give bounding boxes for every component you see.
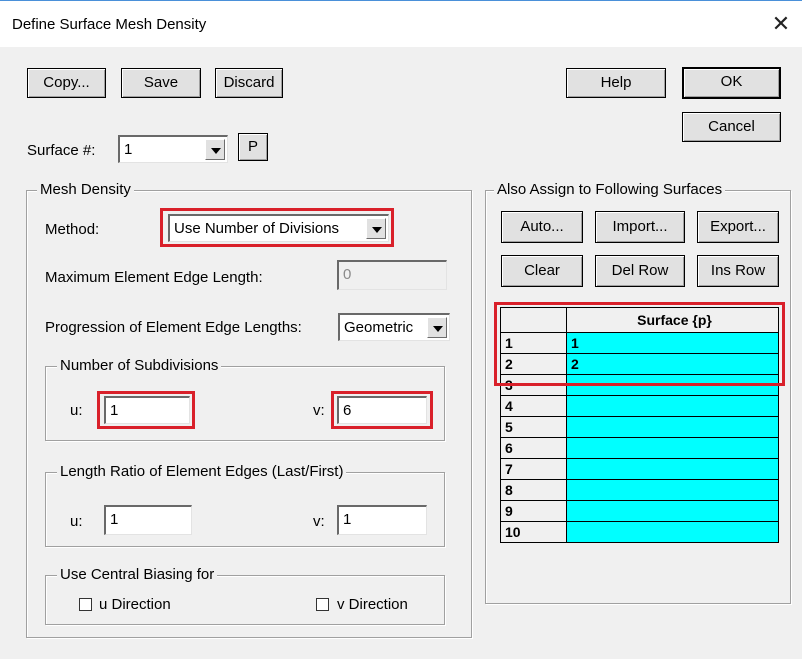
ins-row-button[interactable]: Ins Row	[697, 255, 779, 287]
table-row: 4	[500, 395, 779, 417]
chevron-down-icon[interactable]	[205, 139, 225, 160]
table-row: 8	[500, 479, 779, 501]
subdiv-u-label: u:	[70, 402, 83, 419]
grid-corner	[500, 307, 567, 333]
grid-cell[interactable]	[566, 437, 779, 459]
mesh-density-title: Mesh Density	[37, 181, 134, 198]
grid-cell[interactable]	[566, 416, 779, 438]
grid-column-header[interactable]: Surface {p}	[566, 307, 779, 333]
del-row-button[interactable]: Del Row	[595, 255, 685, 287]
v-direction-checkbox[interactable]	[316, 598, 329, 611]
row-number[interactable]: 6	[500, 437, 567, 459]
biasing-title: Use Central Biasing for	[57, 566, 218, 583]
surfaces-grid: Surface {p} 11 22 3 4 5 6 7 8 9 10	[500, 307, 779, 543]
ratio-v-label: v:	[313, 513, 325, 530]
progression-select[interactable]: Geometric	[338, 313, 450, 341]
clear-button[interactable]: Clear	[501, 255, 583, 287]
close-icon[interactable]: ✕	[766, 9, 796, 39]
max-edge-input[interactable]: 0	[337, 260, 447, 290]
surface-label: Surface #:	[27, 142, 96, 159]
subdivisions-title: Number of Subdivisions	[57, 357, 222, 374]
help-button[interactable]: Help	[566, 68, 666, 98]
subdiv-u-input[interactable]: 1	[104, 396, 190, 424]
row-number[interactable]: 1	[500, 332, 567, 354]
ratio-v-input[interactable]: 1	[337, 505, 427, 535]
table-row: 22	[500, 353, 779, 375]
grid-cell[interactable]	[566, 395, 779, 417]
copy-button[interactable]: Copy...	[27, 68, 106, 98]
save-button[interactable]: Save	[121, 68, 201, 98]
subdiv-v-label: v:	[313, 402, 325, 419]
row-number[interactable]: 4	[500, 395, 567, 417]
method-label: Method:	[45, 221, 100, 238]
ratio-u-input[interactable]: 1	[104, 505, 192, 535]
grid-cell[interactable]: 2	[566, 353, 779, 375]
table-row: 9	[500, 500, 779, 522]
grid-cell[interactable]: 1	[566, 332, 779, 354]
table-row: 6	[500, 437, 779, 459]
chevron-down-icon[interactable]	[366, 218, 386, 239]
row-number[interactable]: 5	[500, 416, 567, 438]
ok-button[interactable]: OK	[682, 67, 781, 99]
grid-cell[interactable]	[566, 500, 779, 522]
auto-button[interactable]: Auto...	[501, 211, 583, 243]
p-button[interactable]: P	[238, 133, 268, 161]
grid-header-row: Surface {p}	[500, 307, 779, 333]
import-button[interactable]: Import...	[595, 211, 685, 243]
window-title: Define Surface Mesh Density	[12, 16, 207, 33]
row-number[interactable]: 3	[500, 374, 567, 396]
progression-label: Progression of Element Edge Lengths:	[45, 319, 302, 336]
cancel-button[interactable]: Cancel	[682, 112, 781, 142]
method-value: Use Number of Divisions	[174, 220, 340, 237]
row-number[interactable]: 7	[500, 458, 567, 480]
subdiv-v-input[interactable]: 6	[337, 396, 427, 424]
progression-value: Geometric	[344, 319, 414, 336]
row-number[interactable]: 2	[500, 353, 567, 375]
surface-select[interactable]: 1	[118, 135, 228, 163]
export-button[interactable]: Export...	[697, 211, 779, 243]
u-direction-checkbox[interactable]	[79, 598, 92, 611]
method-select[interactable]: Use Number of Divisions	[168, 214, 389, 242]
grid-cell[interactable]	[566, 479, 779, 501]
chevron-down-icon[interactable]	[427, 317, 447, 338]
table-row: 3	[500, 374, 779, 396]
table-row: 7	[500, 458, 779, 480]
v-direction-label: v Direction	[337, 596, 408, 613]
table-row: 10	[500, 521, 779, 543]
row-number[interactable]: 8	[500, 479, 567, 501]
row-number[interactable]: 9	[500, 500, 567, 522]
table-row: 5	[500, 416, 779, 438]
u-direction-label: u Direction	[99, 596, 171, 613]
title-bar: Define Surface Mesh Density ✕	[0, 0, 802, 47]
grid-cell[interactable]	[566, 374, 779, 396]
discard-button[interactable]: Discard	[215, 68, 283, 98]
grid-cell[interactable]	[566, 458, 779, 480]
row-number[interactable]: 10	[500, 521, 567, 543]
length-ratio-title: Length Ratio of Element Edges (Last/Firs…	[57, 463, 347, 480]
table-row: 11	[500, 332, 779, 354]
grid-cell[interactable]	[566, 521, 779, 543]
ratio-u-label: u:	[70, 513, 83, 530]
assign-title: Also Assign to Following Surfaces	[494, 181, 726, 198]
max-edge-label: Maximum Element Edge Length:	[45, 269, 263, 286]
surface-value: 1	[124, 141, 133, 158]
